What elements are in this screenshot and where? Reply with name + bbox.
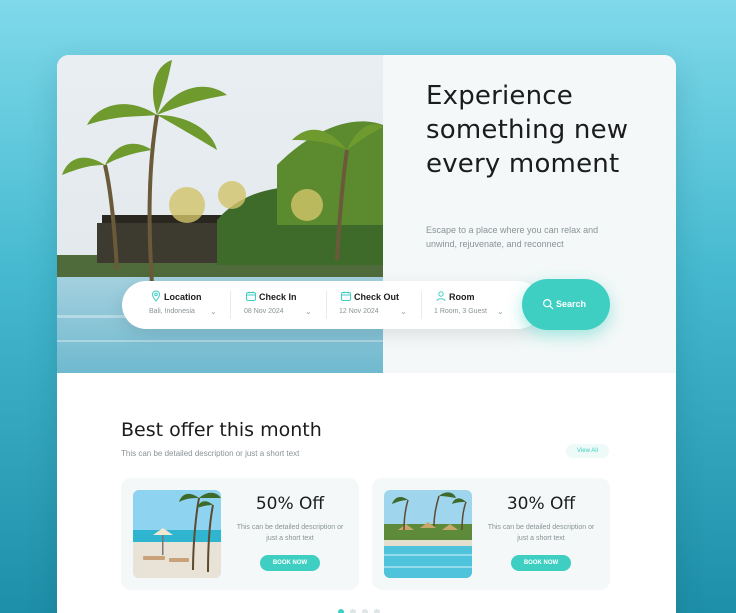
chevron-down-icon[interactable]: ⌄: [305, 307, 312, 316]
chevron-down-icon[interactable]: ⌄: [400, 307, 407, 316]
room-label: Room: [449, 292, 475, 302]
check-out-value: 12 Nov 2024: [339, 308, 379, 315]
offer-card: 50% Off This can be detailed description…: [121, 478, 359, 590]
hero-title: Experience something new every moment: [426, 81, 629, 179]
calendar-icon: [246, 291, 256, 301]
offer-percent: 30% Off: [506, 494, 576, 514]
field-divider: [421, 291, 422, 319]
check-in-field[interactable]: Check In 08 Nov 2024 ⌄: [241, 289, 331, 321]
calendar-icon: [341, 291, 351, 301]
hero-subtitle: Escape to a place where you can relax an…: [426, 225, 599, 249]
book-now-button[interactable]: BOOK NOW: [511, 555, 571, 571]
pagination-dot[interactable]: [338, 609, 344, 613]
pagination-dot[interactable]: [350, 609, 356, 613]
person-icon: [436, 291, 446, 302]
landing-card: Experience something new every moment Es…: [57, 55, 676, 613]
check-in-value: 08 Nov 2024: [244, 308, 284, 315]
offer-description: This can be detailed description or just…: [487, 524, 595, 542]
search-button[interactable]: Search: [522, 279, 610, 330]
search-icon: [542, 298, 554, 310]
check-out-label: Check Out: [354, 292, 400, 302]
pagination-dot[interactable]: [374, 609, 380, 613]
location-label: Location: [164, 292, 202, 302]
map-pin-icon: [151, 290, 161, 302]
hero-section: Experience something new every moment Es…: [57, 55, 676, 373]
check-out-field[interactable]: Check Out 12 Nov 2024 ⌄: [336, 289, 426, 321]
book-now-button[interactable]: BOOK NOW: [260, 555, 320, 571]
offer-description: This can be detailed description or just…: [236, 524, 344, 542]
field-divider: [230, 291, 231, 319]
chevron-down-icon[interactable]: ⌄: [210, 307, 217, 316]
offer-image: [133, 490, 221, 578]
search-bar: Location Bali, Indonesia ⌄ Check In 08 N…: [122, 281, 542, 329]
offers-title: Best offer this month: [121, 419, 322, 441]
offer-image: [384, 490, 472, 578]
field-divider: [326, 291, 327, 319]
offers-subtitle: This can be detailed description or just…: [121, 449, 300, 458]
offer-card: 30% Off This can be detailed description…: [372, 478, 610, 590]
location-value: Bali, Indonesia: [149, 308, 195, 315]
pagination-dot[interactable]: [362, 609, 368, 613]
room-value: 1 Room, 3 Guest: [434, 308, 487, 315]
search-button-label: Search: [556, 299, 587, 309]
location-field[interactable]: Location Bali, Indonesia ⌄: [146, 289, 236, 321]
view-all-button[interactable]: View All: [566, 444, 609, 458]
chevron-down-icon[interactable]: ⌄: [497, 307, 504, 316]
room-field[interactable]: Room 1 Room, 3 Guest ⌄: [431, 289, 521, 321]
check-in-label: Check In: [259, 292, 297, 302]
offer-percent: 50% Off: [255, 494, 325, 514]
